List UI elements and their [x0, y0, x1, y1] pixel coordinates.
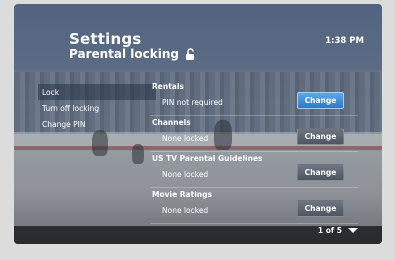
pager[interactable]: 1 of 5 [318, 226, 358, 235]
section-value: None locked [162, 134, 209, 143]
menu-item-lock[interactable]: Lock [38, 84, 156, 100]
change-tv-guidelines-button[interactable]: Change [297, 164, 344, 181]
section-value: None locked [162, 170, 209, 179]
menu-item-change-pin[interactable]: Change PIN [38, 116, 156, 132]
section-value: PIN not required [162, 98, 223, 107]
background-player [132, 144, 144, 164]
change-movie-ratings-button[interactable]: Change [297, 200, 344, 217]
tv-screen: Settings Parental locking 1:38 PM Lock T… [14, 4, 382, 244]
clock: 1:38 PM [325, 36, 364, 46]
section-title: Channels [152, 118, 191, 127]
page-title: Settings [69, 30, 142, 48]
section-channels: Channels None locked Change [150, 116, 358, 152]
background-player [92, 130, 108, 156]
section-rentals: Rentals PIN not required Change [150, 80, 358, 116]
lock-open-icon [186, 48, 194, 60]
side-menu: Lock Turn off locking Change PIN [38, 84, 156, 132]
page-subtitle: Parental locking [69, 47, 179, 61]
section-value: None locked [162, 206, 209, 215]
menu-item-turn-off-locking[interactable]: Turn off locking [38, 100, 156, 116]
section-movie-ratings: Movie Ratings None locked Change [150, 188, 358, 224]
settings-panel: Rentals PIN not required Change Channels… [150, 80, 358, 224]
section-title: Movie Ratings [152, 190, 212, 199]
pager-label: 1 of 5 [317, 226, 342, 235]
section-title: US TV Parental Guidelines [152, 154, 263, 163]
section-title: Rentals [152, 82, 184, 91]
change-rentals-button[interactable]: Change [297, 92, 344, 109]
chevron-down-icon[interactable] [348, 228, 358, 233]
section-us-tv-guidelines: US TV Parental Guidelines None locked Ch… [150, 152, 358, 188]
change-channels-button[interactable]: Change [297, 128, 344, 145]
